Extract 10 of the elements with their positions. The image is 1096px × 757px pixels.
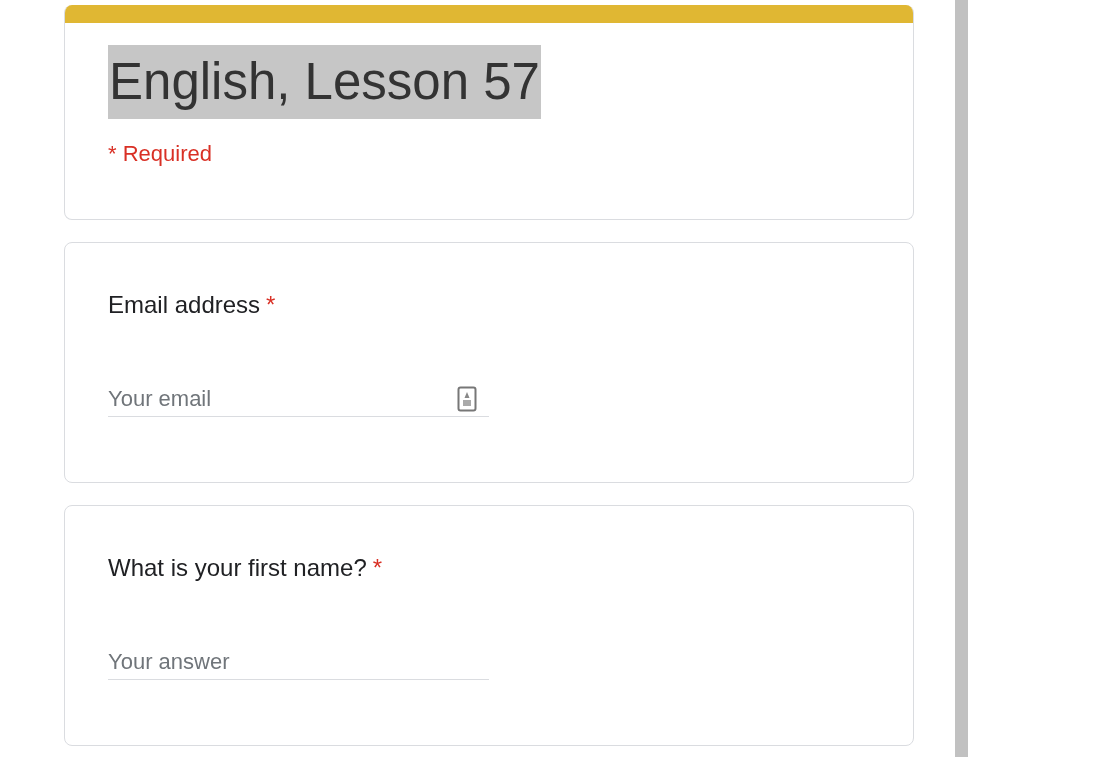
question-label: What is your first name?: [108, 554, 367, 581]
required-mark: *: [372, 554, 383, 581]
required-mark: *: [266, 291, 276, 318]
answer-field[interactable]: Your email: [108, 381, 489, 417]
scrollbar[interactable]: [955, 0, 968, 757]
contact-card-icon[interactable]: [457, 386, 477, 412]
required-note: * Required: [108, 141, 213, 167]
question-label: Email address: [108, 291, 261, 318]
form-title: English, Lesson 57: [108, 45, 541, 119]
answer-field[interactable]: Your answer: [108, 644, 489, 680]
